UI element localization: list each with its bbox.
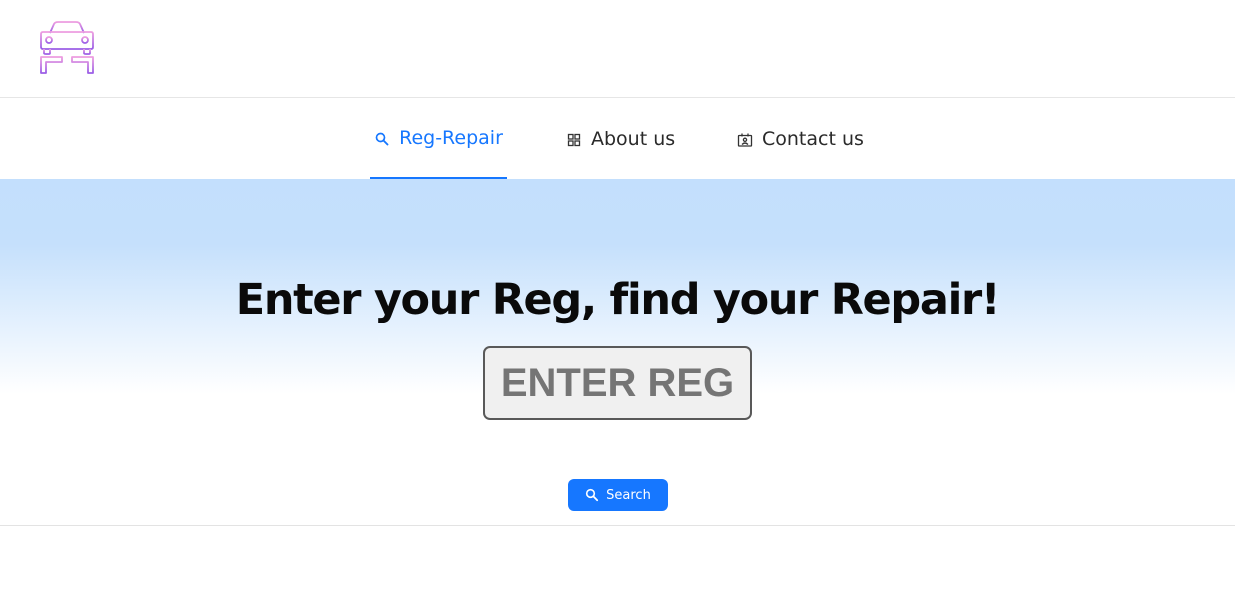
tab-about-us[interactable]: About us xyxy=(566,98,675,179)
tab-reg-repair[interactable]: Reg-Repair xyxy=(370,98,507,179)
contact-card-icon xyxy=(737,132,753,148)
search-button-label: Search xyxy=(606,487,651,503)
hero-title: Enter your Reg, find your Repair! xyxy=(235,275,1001,325)
search-icon xyxy=(374,131,390,147)
search-button[interactable]: Search xyxy=(568,479,668,511)
hero-section: Enter your Reg, find your Repair! Search xyxy=(0,179,1235,526)
car-lift-icon[interactable] xyxy=(38,20,96,76)
tab-about-us-label: About us xyxy=(591,127,676,150)
tab-contact-us-label: Contact us xyxy=(762,127,864,150)
search-icon xyxy=(585,488,599,502)
reg-input[interactable] xyxy=(483,346,752,420)
main-nav: Reg-Repair About us Contact us xyxy=(0,98,1235,179)
tab-reg-repair-label: Reg-Repair xyxy=(399,126,503,149)
grid-icon xyxy=(566,132,582,148)
site-header xyxy=(0,0,1235,98)
tab-contact-us[interactable]: Contact us xyxy=(737,98,864,179)
